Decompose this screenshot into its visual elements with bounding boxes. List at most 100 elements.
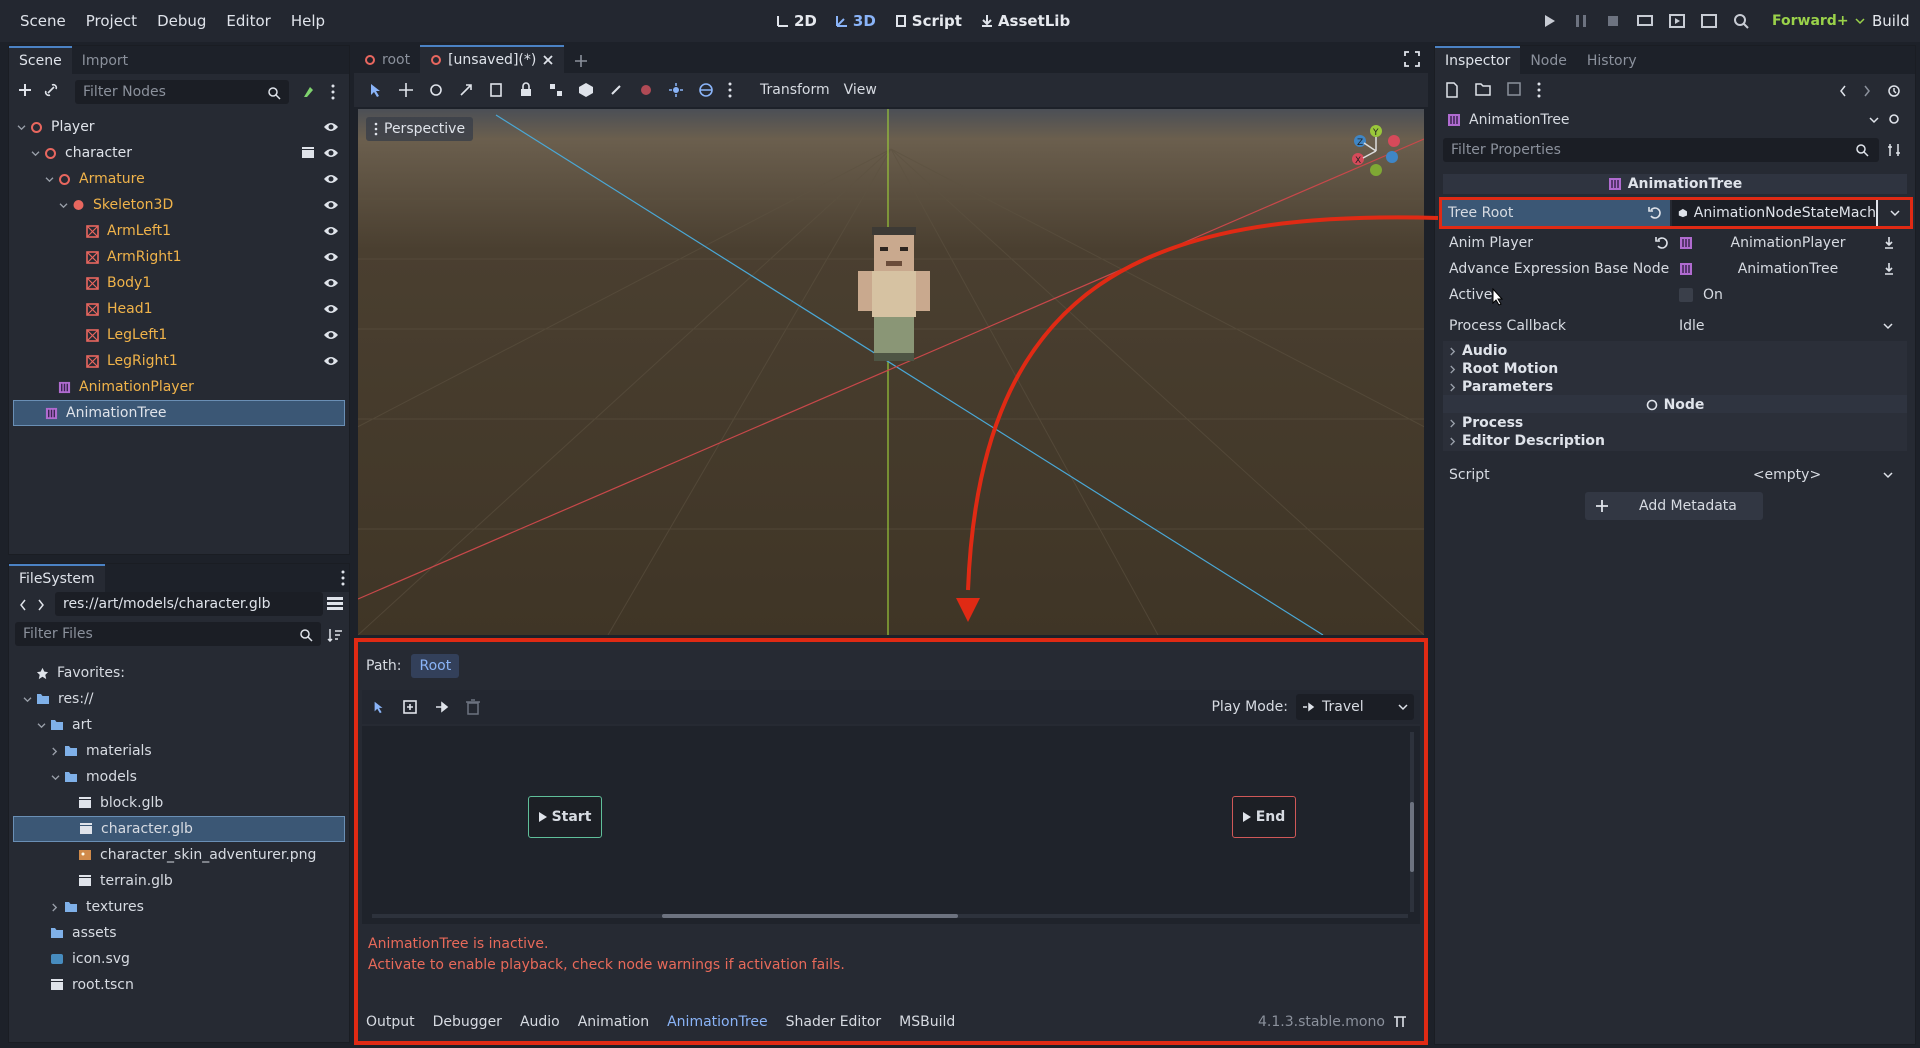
node-section[interactable]: Node [1443, 395, 1907, 415]
menu-project[interactable]: Project [76, 12, 147, 30]
tab-history[interactable]: History [1577, 48, 1647, 74]
file-tree-item[interactable]: block.glb [13, 790, 345, 816]
script-value[interactable]: <empty> [1675, 463, 1899, 487]
active-checkbox[interactable]: On [1679, 287, 1723, 303]
visibility-icon[interactable] [323, 277, 339, 289]
scene-tree-item[interactable]: ArmLeft1 [13, 218, 345, 244]
scale-tool-icon[interactable] [458, 82, 474, 98]
file-tree-item[interactable]: icon.svg [13, 946, 345, 972]
revert-icon[interactable] [1655, 236, 1669, 250]
chevron-right-icon[interactable] [51, 747, 58, 756]
inspector-category[interactable]: Root Motion [1443, 359, 1907, 379]
pause-icon[interactable] [1572, 12, 1590, 30]
rotate-tool-icon[interactable] [428, 82, 444, 98]
file-tree-item[interactable]: assets [13, 920, 345, 946]
file-tree-item[interactable]: Favorites: [13, 660, 345, 686]
lock-icon[interactable] [518, 82, 534, 98]
chevron-left-icon[interactable] [19, 598, 27, 612]
inspector-category[interactable]: Editor Description [1443, 431, 1907, 451]
mode-script-button[interactable]: Script [894, 12, 962, 30]
split-view-icon[interactable] [327, 597, 343, 611]
inspector-category[interactable]: Audio [1443, 341, 1907, 361]
scrollbar-thumb[interactable] [1410, 802, 1414, 872]
checkbox-box[interactable] [1679, 288, 1693, 302]
environment-icon[interactable] [698, 82, 714, 98]
bottom-tab[interactable]: Debugger [433, 1014, 502, 1030]
select-tool-icon[interactable] [372, 700, 386, 714]
chevron-right-icon[interactable] [51, 903, 58, 912]
end-node[interactable]: End [1232, 796, 1296, 838]
snap-icon[interactable] [578, 82, 594, 98]
visibility-icon[interactable] [323, 199, 339, 211]
anim-player-value[interactable]: AnimationPlayer [1675, 231, 1895, 255]
ruler-tool-icon[interactable] [488, 82, 504, 98]
select-tool-icon[interactable] [368, 82, 384, 98]
chevron-right-icon[interactable] [37, 598, 45, 612]
new-resource-icon[interactable] [1445, 82, 1459, 98]
tab-filesystem[interactable]: FileSystem [9, 564, 105, 592]
scene-tree-item[interactable]: AnimationPlayer [13, 374, 345, 400]
file-tree-item[interactable]: root.tscn [13, 972, 345, 998]
bone-icon[interactable] [608, 82, 624, 98]
play-mode-select[interactable]: Travel [1296, 694, 1414, 720]
bottom-tab[interactable]: AnimationTree [667, 1014, 768, 1030]
visibility-icon[interactable] [323, 303, 339, 315]
kebab-menu-icon[interactable] [1537, 82, 1541, 98]
pin-icon[interactable] [1393, 1015, 1407, 1029]
view-menu[interactable]: View [844, 82, 877, 98]
axis-gizmo[interactable]: Y Z X [1336, 123, 1406, 183]
scene-tree-item[interactable]: ArmRight1 [13, 244, 345, 270]
scene-tree-item[interactable]: Player [13, 114, 345, 140]
mode-3d-button[interactable]: 3D [835, 12, 876, 30]
add-scene-tab-button[interactable] [564, 49, 598, 73]
renderer-select[interactable]: Forward+ [1772, 0, 1865, 42]
visibility-icon[interactable] [323, 173, 339, 185]
bottom-tab[interactable]: Shader Editor [786, 1014, 881, 1030]
menu-editor[interactable]: Editor [216, 12, 280, 30]
open-in-editor-icon[interactable] [301, 147, 315, 159]
chevron-down-icon[interactable] [23, 696, 32, 703]
scene-tree-item[interactable]: Armature [13, 166, 345, 192]
build-button[interactable]: Build [1872, 0, 1910, 42]
connect-icon[interactable] [434, 699, 450, 715]
distraction-free-icon[interactable] [1404, 51, 1420, 67]
play-icon[interactable] [1540, 12, 1558, 30]
menu-help[interactable]: Help [281, 12, 335, 30]
group-icon[interactable] [548, 82, 564, 98]
chevron-down-icon[interactable] [37, 722, 46, 729]
tab-scene[interactable]: Scene [9, 46, 72, 74]
state-machine-graph[interactable]: Start End [362, 726, 1420, 924]
visibility-icon[interactable] [323, 147, 339, 159]
file-tree-item[interactable]: models [13, 764, 345, 790]
bottom-tab[interactable]: Output [366, 1014, 415, 1030]
scene-tree-item[interactable]: character [13, 140, 345, 166]
perspective-button[interactable]: Perspective [366, 117, 474, 141]
scene-tree-item[interactable]: LegLeft1 [13, 322, 345, 348]
assign-node-icon[interactable] [1883, 262, 1895, 276]
mode-2d-button[interactable]: 2D [776, 12, 817, 30]
scene-tree-item[interactable]: LegRight1 [13, 348, 345, 374]
file-tree-item[interactable]: textures [13, 894, 345, 920]
chevron-down-icon[interactable] [17, 124, 26, 131]
adv-expr-value[interactable]: AnimationTree [1675, 257, 1895, 281]
delete-icon[interactable] [466, 699, 480, 715]
move-tool-icon[interactable] [398, 82, 414, 98]
open-folder-icon[interactable] [1475, 82, 1491, 96]
scene-tree-item[interactable]: Head1 [13, 296, 345, 322]
add-script-icon[interactable] [301, 84, 317, 100]
revert-icon[interactable] [1648, 206, 1662, 220]
path-root-button[interactable]: Root [411, 654, 460, 678]
tab-inspector[interactable]: Inspector [1435, 46, 1521, 74]
property-settings-icon[interactable] [1887, 143, 1901, 157]
filter-properties-input[interactable]: Filter Properties [1443, 138, 1879, 162]
visibility-icon[interactable] [323, 329, 339, 341]
mode-assetlib-button[interactable]: AssetLib [980, 12, 1070, 30]
start-node[interactable]: Start [528, 796, 602, 838]
bottom-tab[interactable]: Animation [578, 1014, 649, 1030]
animation-tree-section[interactable]: AnimationTree [1443, 174, 1907, 194]
remote-debug-icon[interactable] [1636, 12, 1654, 30]
visibility-icon[interactable] [323, 121, 339, 133]
scene-tree-item[interactable]: AnimationTree [13, 400, 345, 426]
add-metadata-button[interactable]: Add Metadata [1585, 492, 1763, 520]
scene-tree-item[interactable]: Skeleton3D [13, 192, 345, 218]
